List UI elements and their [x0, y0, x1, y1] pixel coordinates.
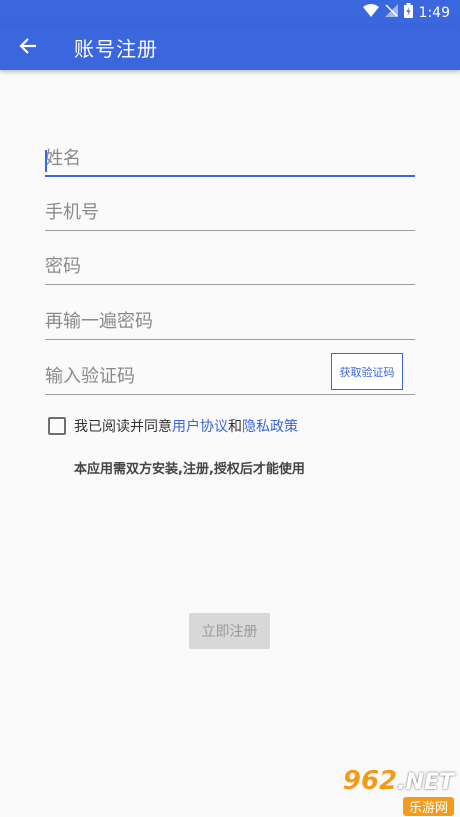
battery-icon: [403, 3, 413, 22]
status-bar: 1:49: [0, 0, 460, 25]
password-input[interactable]: [45, 251, 415, 284]
page-title: 账号注册: [74, 37, 158, 61]
text-caret: [45, 150, 47, 172]
arrow-left-icon: [18, 36, 38, 60]
watermark-net: .NET: [397, 769, 454, 795]
name-input[interactable]: [45, 143, 415, 175]
user-agreement-link[interactable]: 用户协议: [172, 416, 228, 436]
phone-input[interactable]: [45, 197, 415, 230]
watermark-top: 962.NET: [342, 765, 454, 796]
agreement-prefix: 我已阅读并同意: [74, 419, 172, 435]
verification-code-input[interactable]: [45, 361, 325, 394]
password-field-wrapper: [45, 251, 415, 285]
get-code-button[interactable]: 获取验证码: [331, 353, 403, 390]
status-time: 1:49: [418, 4, 450, 21]
wifi-icon: [362, 4, 379, 21]
watermark-number: 962: [342, 765, 398, 796]
app-bar: 账号注册: [0, 25, 460, 70]
phone-field-wrapper: [45, 197, 415, 231]
watermark-bottom: 乐游网: [402, 796, 454, 816]
confirm-password-input[interactable]: [45, 306, 415, 339]
usage-notice: 本应用需双方安装,注册,授权后才能使用: [74, 462, 305, 477]
agreement-and: 和: [228, 419, 242, 435]
back-button[interactable]: [0, 25, 56, 70]
name-field-wrapper: [45, 143, 415, 177]
agreement-checkbox[interactable]: [48, 417, 66, 435]
watermark-logo: 962.NET 乐游网: [319, 765, 454, 816]
agreement-row: 我已阅读并同意 用户协议 和 隐私政策: [48, 416, 298, 436]
signal-icon: [384, 4, 398, 21]
privacy-policy-link[interactable]: 隐私政策: [242, 416, 298, 436]
register-button[interactable]: 立即注册: [189, 613, 270, 649]
confirm-password-field-wrapper: [45, 306, 415, 340]
